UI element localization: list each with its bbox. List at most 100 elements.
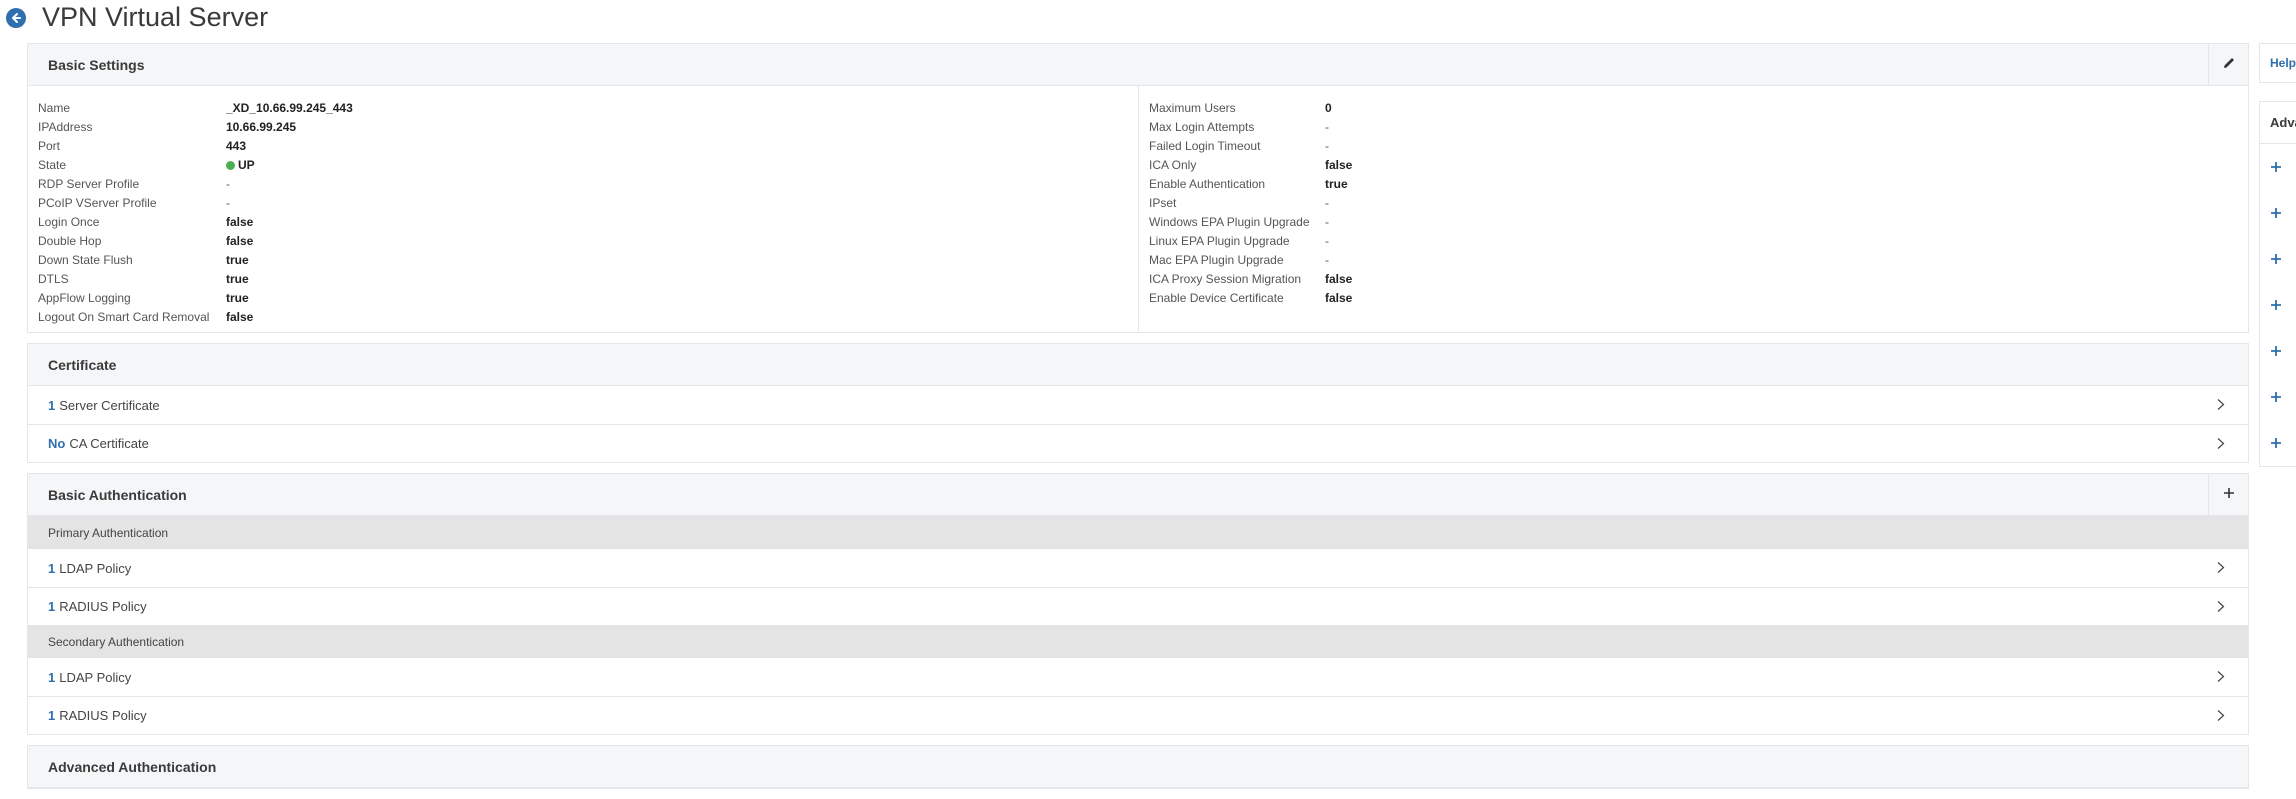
setting-row: Enable Device Certificate false bbox=[1149, 288, 2238, 307]
setting-row: DTLS true bbox=[38, 269, 1128, 288]
item-count: 1 bbox=[48, 708, 56, 723]
item-label: CA Certificate bbox=[69, 436, 149, 451]
basic-settings-panel: Basic Settings Name _XD_10.66.99.245_443 I… bbox=[27, 43, 2249, 333]
list-item[interactable]: 1 Server Certificate bbox=[28, 386, 2248, 424]
item-count: No bbox=[48, 436, 66, 451]
add-advanced-setting-button[interactable] bbox=[2260, 282, 2296, 328]
help-tab[interactable]: Help bbox=[2259, 43, 2296, 83]
setting-row: ICA Proxy Session Migration false bbox=[1149, 269, 2238, 288]
setting-label: DTLS bbox=[38, 271, 69, 286]
setting-label: Maximum Users bbox=[1149, 100, 1236, 115]
settings-right-column: Maximum Users 0 Max Login Attempts - Failed … bbox=[1138, 86, 2248, 332]
pencil-icon bbox=[2222, 56, 2236, 75]
certificate-header: Certificate bbox=[28, 344, 2248, 386]
setting-value: false bbox=[1325, 157, 1353, 172]
setting-value: - bbox=[1325, 233, 1329, 248]
setting-row: IPset - bbox=[1149, 193, 2238, 212]
list-item[interactable]: 1 LDAP Policy bbox=[28, 658, 2248, 696]
basic-settings-header: Basic Settings bbox=[28, 44, 2248, 86]
secondary-auth-rows: 1 LDAP Policy 1 RADIUS Policy bbox=[28, 658, 2248, 734]
item-label: LDAP Policy bbox=[59, 669, 132, 685]
setting-value: - bbox=[1325, 138, 1329, 153]
list-item[interactable]: 1 LDAP Policy bbox=[28, 549, 2248, 587]
setting-row: Name _XD_10.66.99.245_443 bbox=[38, 98, 1128, 117]
setting-value: false bbox=[226, 309, 254, 324]
setting-label: State bbox=[38, 157, 67, 172]
setting-value: - bbox=[1325, 214, 1329, 229]
page-header: VPN Virtual Server bbox=[0, 0, 2296, 36]
setting-value: true bbox=[226, 271, 249, 286]
setting-row: IPAddress 10.66.99.245 bbox=[38, 117, 1128, 136]
list-item[interactable]: 1 RADIUS Policy bbox=[28, 587, 2248, 625]
setting-value: - bbox=[1325, 119, 1329, 134]
primary-auth-rows: 1 LDAP Policy 1 RADIUS Policy bbox=[28, 549, 2248, 625]
setting-value: false bbox=[1325, 290, 1353, 305]
chevron-right-icon bbox=[2217, 710, 2225, 721]
setting-value: 443 bbox=[226, 138, 247, 153]
item-label: LDAP Policy bbox=[59, 560, 132, 576]
list-item[interactable]: 1 RADIUS Policy bbox=[28, 696, 2248, 734]
setting-row: Double Hop false bbox=[38, 231, 1128, 250]
add-auth-button[interactable] bbox=[2208, 474, 2248, 516]
setting-row: Enable Authentication true bbox=[1149, 174, 2238, 193]
item-count: 1 bbox=[48, 397, 56, 413]
setting-label: Double Hop bbox=[38, 233, 102, 248]
plus-icon bbox=[2271, 346, 2281, 356]
back-arrow-icon[interactable] bbox=[6, 8, 26, 28]
basic-settings-title: Basic Settings bbox=[48, 56, 145, 73]
setting-label: RDP Server Profile bbox=[38, 176, 140, 191]
setting-value: true bbox=[226, 290, 249, 305]
plus-icon bbox=[2271, 254, 2281, 264]
setting-label: AppFlow Logging bbox=[38, 290, 131, 305]
add-advanced-setting-button[interactable] bbox=[2260, 420, 2296, 466]
advanced-auth-panel: Advanced Authentication bbox=[27, 745, 2249, 789]
setting-label: Failed Login Timeout bbox=[1149, 138, 1261, 153]
setting-row: Mac EPA Plugin Upgrade - bbox=[1149, 250, 2238, 269]
setting-row: RDP Server Profile - bbox=[38, 174, 1128, 193]
advanced-auth-header[interactable]: Advanced Authentication bbox=[28, 746, 2248, 788]
settings-left-column: Name _XD_10.66.99.245_443 IPAddress 10.66.9… bbox=[28, 86, 1138, 332]
setting-value: _XD_10.66.99.245_443 bbox=[226, 100, 353, 115]
setting-row: Linux EPA Plugin Upgrade - bbox=[1149, 231, 2238, 250]
setting-row: Windows EPA Plugin Upgrade - bbox=[1149, 212, 2238, 231]
list-item[interactable]: No CA Certificate bbox=[28, 424, 2248, 462]
certificate-title: Certificate bbox=[48, 356, 117, 373]
setting-row: ICA Only false bbox=[1149, 155, 2238, 174]
status-text: UP bbox=[238, 157, 255, 172]
setting-label: PCoIP VServer Profile bbox=[38, 195, 157, 210]
status-dot-icon bbox=[226, 160, 235, 170]
setting-value: true bbox=[226, 252, 249, 267]
setting-label: Linux EPA Plugin Upgrade bbox=[1149, 233, 1290, 248]
setting-row: State UP bbox=[38, 155, 1128, 174]
advanced-settings-list bbox=[2260, 144, 2296, 466]
plus-icon bbox=[2271, 392, 2281, 402]
page-title: VPN Virtual Server bbox=[42, 2, 269, 32]
main-content: Basic Settings Name _XD_10.66.99.245_443 I… bbox=[27, 43, 2249, 799]
add-advanced-setting-button[interactable] bbox=[2260, 328, 2296, 374]
setting-row: Failed Login Timeout - bbox=[1149, 136, 2238, 155]
add-advanced-setting-button[interactable] bbox=[2260, 190, 2296, 236]
setting-value: - bbox=[1325, 252, 1329, 267]
setting-label: Enable Authentication bbox=[1149, 176, 1266, 191]
setting-label: Windows EPA Plugin Upgrade bbox=[1149, 214, 1310, 229]
setting-label: ICA Proxy Session Migration bbox=[1149, 271, 1302, 286]
advanced-auth-title: Advanced Authentication bbox=[48, 758, 217, 775]
setting-label: ICA Only bbox=[1149, 157, 1197, 172]
setting-value: 0 bbox=[1325, 100, 1332, 115]
setting-value: - bbox=[226, 176, 230, 191]
secondary-auth-subheader: Secondary Authentication bbox=[28, 625, 2248, 658]
add-advanced-setting-button[interactable] bbox=[2260, 374, 2296, 420]
advanced-settings-box: Adva bbox=[2259, 101, 2296, 467]
setting-value: false bbox=[226, 214, 254, 229]
item-count: 1 bbox=[48, 599, 56, 614]
advanced-settings-title: Adva bbox=[2260, 102, 2296, 144]
item-count: 1 bbox=[48, 560, 56, 576]
item-count: 1 bbox=[48, 669, 56, 685]
setting-label: Login Once bbox=[38, 214, 100, 229]
edit-button[interactable] bbox=[2208, 44, 2248, 86]
setting-row: Logout On Smart Card Removal false bbox=[38, 307, 1128, 326]
setting-value: - bbox=[1325, 195, 1329, 210]
plus-icon bbox=[2223, 486, 2235, 504]
add-advanced-setting-button[interactable] bbox=[2260, 144, 2296, 190]
add-advanced-setting-button[interactable] bbox=[2260, 236, 2296, 282]
